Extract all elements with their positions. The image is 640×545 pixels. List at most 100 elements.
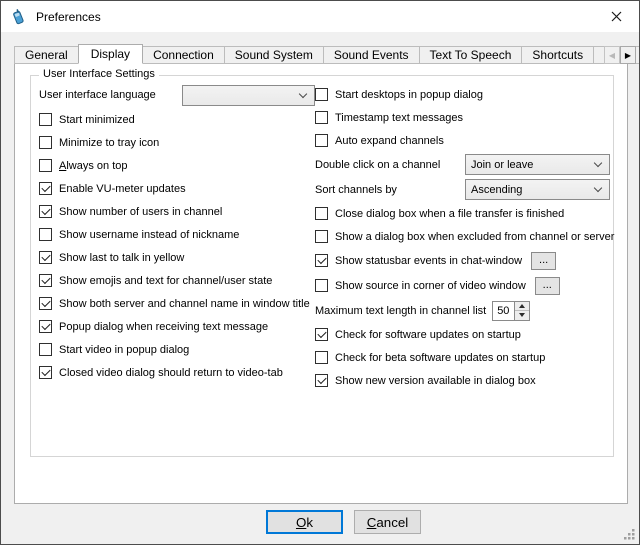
row-auto-expand: Auto expand channels [315,129,617,152]
checkbox-label: Timestamp text messages [335,112,463,124]
row-video-popup: Start video in popup dialog [39,338,315,361]
max-text-length-input[interactable]: 50 [492,301,515,321]
triangle-down-icon [519,313,525,317]
double-click-combobox[interactable]: Join or leave [465,154,610,175]
checkbox-label: Show emojis and text for channel/user st… [59,275,272,287]
row-new-version-dialog: Show new version available in dialog box [315,369,617,392]
row-timestamp: Timestamp text messages [315,106,617,129]
sort-channels-combobox[interactable]: Ascending [465,179,610,200]
checkbox-new-version-dialog[interactable] [315,374,328,387]
group-title: User Interface Settings [39,68,159,80]
checkbox-label: Start minimized [59,114,135,126]
tab-text-to-speech[interactable]: Text To Speech [419,46,523,64]
display-tab-page: User Interface Settings User interface l… [14,63,628,504]
row-vu-meter: Enable VU-meter updates [39,177,315,200]
spin-down-button[interactable] [515,311,529,320]
checkbox-statusbar-events[interactable] [315,254,328,267]
tab-sound-events[interactable]: Sound Events [323,46,420,64]
close-icon [611,11,622,22]
max-text-length-label: Maximum text length in channel list [315,305,486,317]
spinner-buttons [515,301,530,321]
tab-bar: General Display Connection Sound System … [14,44,640,64]
checkbox-label: Start video in popup dialog [59,344,189,356]
triangle-up-icon [519,304,525,308]
cancel-button-label: Cancel [355,512,420,533]
checkbox-label: Show source in corner of video window [335,280,526,292]
title-bar: Preferences [1,1,639,32]
checkbox-closed-video-return[interactable] [39,366,52,379]
double-click-value: Join or leave [466,159,595,171]
checkbox-label: Show both server and channel name in win… [59,298,310,310]
chevron-down-icon [299,89,307,97]
sort-channels-label: Sort channels by [315,184,465,196]
cancel-button[interactable]: Cancel [354,510,421,534]
checkbox-label: Check for software updates on startup [335,329,521,341]
left-column: User interface language Start minimized … [39,82,315,384]
user-interface-settings-group: User Interface Settings User interface l… [30,75,614,457]
preferences-dialog: Preferences General Display Connection S… [0,0,640,545]
ok-button-label: Ok [268,513,341,532]
checkbox-auto-expand-channels[interactable] [315,134,328,147]
row-check-updates: Check for software updates on startup [315,323,617,346]
checkbox-label: Auto expand channels [335,135,444,147]
spin-up-button[interactable] [515,302,529,312]
double-click-row: Double click on a channel Join or leave [315,152,617,177]
row-users-in-channel: Show number of users in channel [39,200,315,223]
row-start-minimized: Start minimized [39,108,315,131]
checkbox-last-talk-yellow[interactable] [39,251,52,264]
app-icon [10,9,26,25]
checkbox-label: Show last to talk in yellow [59,252,184,264]
tab-scroll-right-icon[interactable]: ▶ [620,46,636,64]
tab-scroll-left-icon[interactable]: ◀ [604,46,620,64]
checkbox-popup-text-message[interactable] [39,320,52,333]
checkbox-check-beta-updates[interactable] [315,351,328,364]
checkbox-vu-meter-updates[interactable] [39,182,52,195]
checkbox-label: Always on top [59,160,128,172]
checkbox-label: Show number of users in channel [59,206,222,218]
statusbar-events-options-button[interactable]: ... [531,252,556,270]
checkbox-show-user-count[interactable] [39,205,52,218]
window-title: Preferences [36,10,101,24]
checkbox-label: Show a dialog box when excluded from cha… [335,231,614,243]
tab-display[interactable]: Display [78,44,143,64]
checkbox-always-on-top[interactable] [39,159,52,172]
checkbox-emojis-text[interactable] [39,274,52,287]
row-minimize-tray: Minimize to tray icon [39,131,315,154]
double-click-label: Double click on a channel [315,159,465,171]
checkbox-minimize-to-tray[interactable] [39,136,52,149]
checkbox-start-minimized[interactable] [39,113,52,126]
max-text-length-spinner: 50 [492,301,530,321]
tab-connection[interactable]: Connection [142,46,225,64]
row-always-on-top: Always on top [39,154,315,177]
tab-shortcuts[interactable]: Shortcuts [521,46,594,64]
checkbox-video-source-corner[interactable] [315,279,328,292]
checkbox-label: Close dialog box when a file transfer is… [335,208,564,220]
checkbox-label: Show new version available in dialog box [335,375,536,387]
checkbox-check-updates[interactable] [315,328,328,341]
language-label: User interface language [39,89,156,101]
checkbox-close-file-transfer[interactable] [315,207,328,220]
ok-button[interactable]: Ok [266,510,343,534]
checkbox-excluded-dialog[interactable] [315,230,328,243]
checkbox-video-popup[interactable] [39,343,52,356]
checkbox-timestamp-messages[interactable] [315,111,328,124]
checkbox-label: Closed video dialog should return to vid… [59,367,283,379]
video-source-options-button[interactable]: ... [535,277,560,295]
language-combobox[interactable] [182,85,315,106]
checkbox-show-username[interactable] [39,228,52,241]
checkbox-label: Check for beta software updates on start… [335,352,545,364]
checkbox-server-channel-title[interactable] [39,297,52,310]
tab-general[interactable]: General [14,46,79,64]
checkbox-label: Enable VU-meter updates [59,183,186,195]
checkbox-label: Popup dialog when receiving text message [59,321,268,333]
sort-channels-value: Ascending [466,184,595,196]
resize-grip-icon[interactable] [623,528,636,541]
close-button[interactable] [594,1,639,32]
row-popup-text-message: Popup dialog when receiving text message [39,315,315,338]
chevron-down-icon [594,184,602,192]
checkbox-start-desktops-popup[interactable] [315,88,328,101]
checkbox-label: Show statusbar events in chat-window [335,255,522,267]
checkbox-label: Show username instead of nickname [59,229,239,241]
tab-sound-system[interactable]: Sound System [224,46,324,64]
row-start-desktops: Start desktops in popup dialog [315,83,617,106]
